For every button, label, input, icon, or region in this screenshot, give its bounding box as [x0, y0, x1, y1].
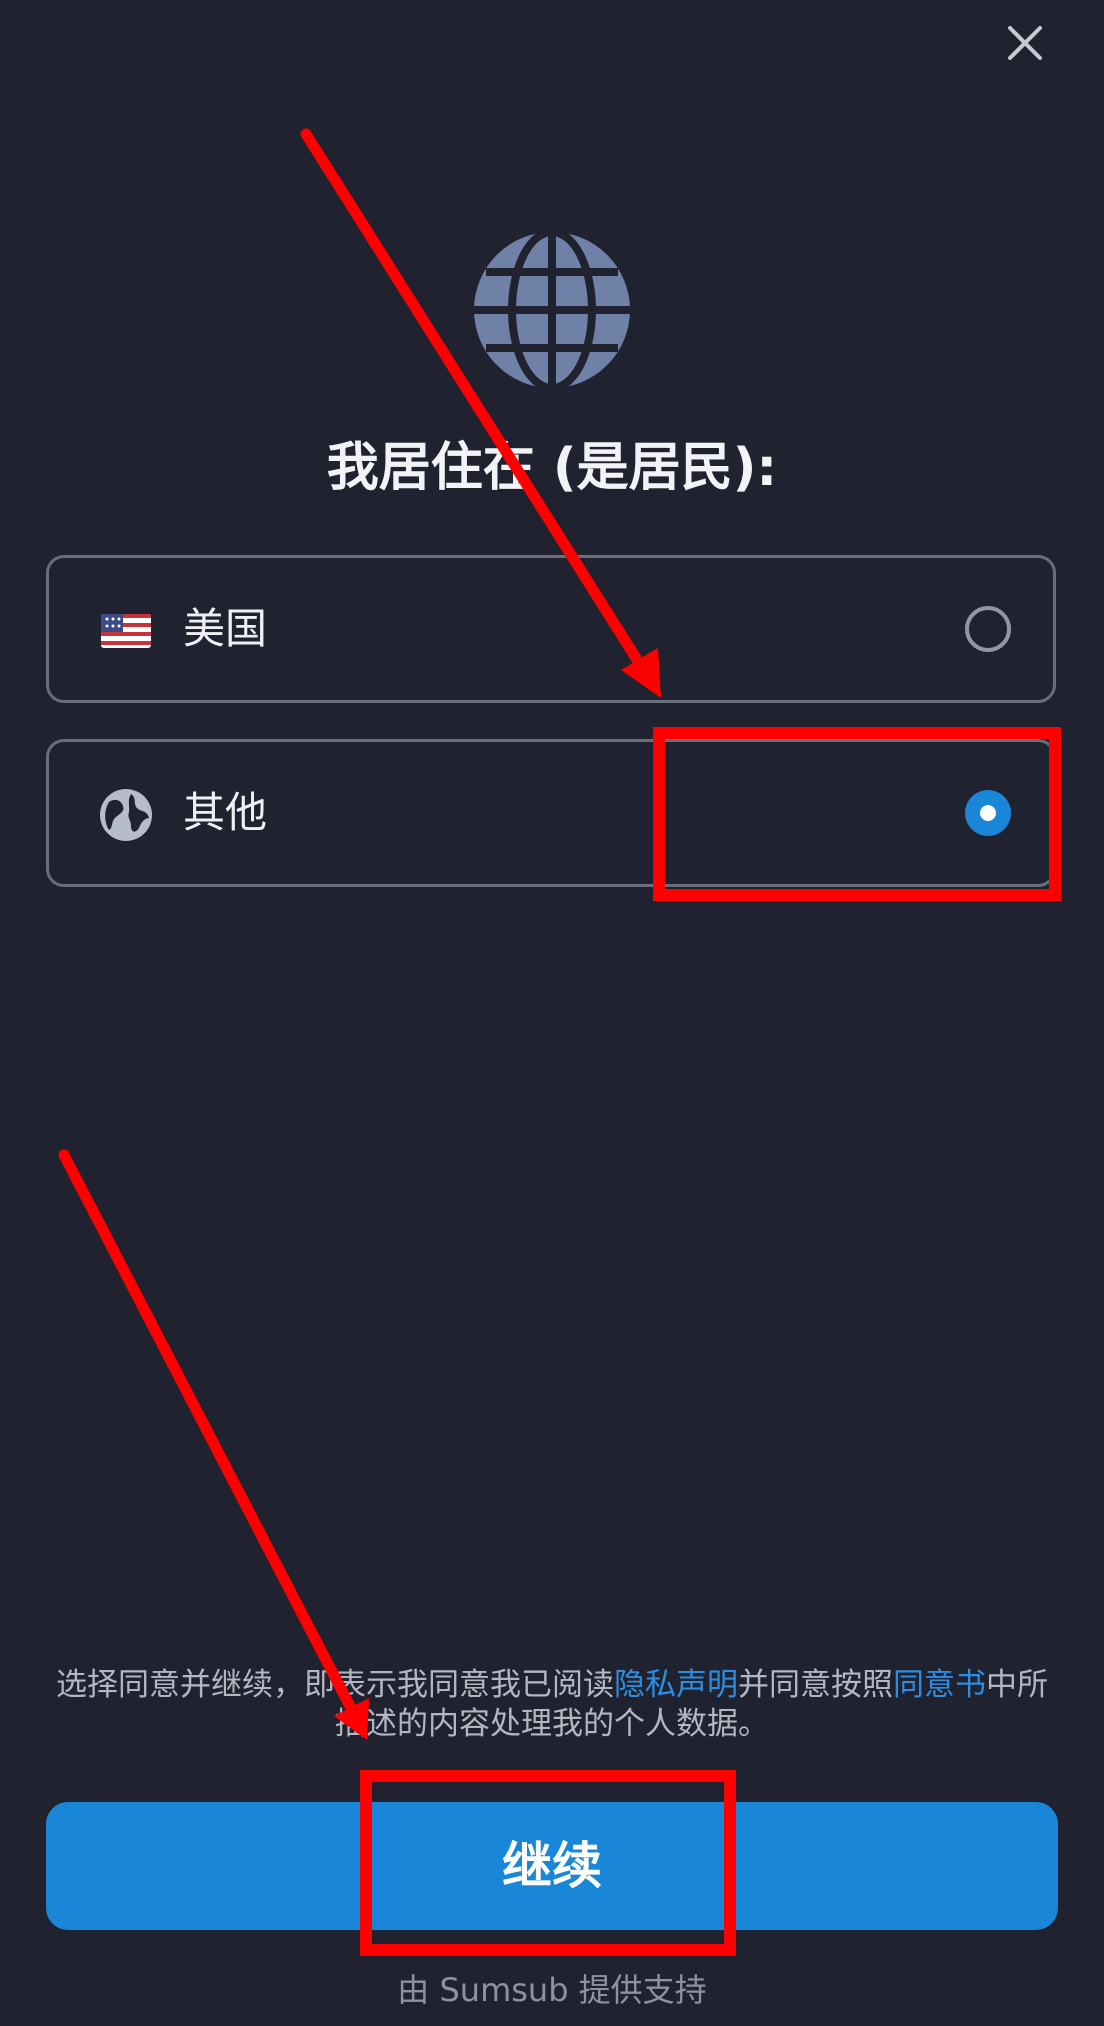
close-icon	[1008, 26, 1042, 60]
consent-text: 选择同意并继续，即表示我同意我已阅读隐私声明并同意按照同意书中所描述的内容处理我…	[46, 1666, 1058, 1744]
annotation-arrow-bottom	[58, 1149, 369, 1740]
option-other[interactable]: 其他	[46, 739, 1056, 887]
privacy-link[interactable]: 隐私声明	[614, 1667, 738, 1703]
option-usa[interactable]: 美国	[46, 555, 1056, 703]
continue-button[interactable]: 继续	[46, 1802, 1058, 1930]
close-button[interactable]	[1000, 18, 1050, 68]
radio-usa[interactable]	[965, 606, 1011, 652]
option-label-usa: 美国	[183, 604, 268, 653]
globe-icon	[99, 788, 153, 842]
globe-icon	[470, 228, 634, 392]
page-title: 我居住在 (是居民):	[326, 438, 778, 498]
consent-middle: 并同意按照	[738, 1667, 893, 1703]
consent-prefix: 选择同意并继续，即表示我同意我已阅读	[56, 1667, 614, 1703]
option-label-other: 其他	[183, 788, 268, 837]
radio-other[interactable]	[965, 790, 1011, 836]
us-flag-icon	[99, 604, 153, 658]
powered-by: 由 Sumsub 提供支持	[397, 1971, 707, 2009]
consent-link[interactable]: 同意书	[893, 1667, 986, 1703]
